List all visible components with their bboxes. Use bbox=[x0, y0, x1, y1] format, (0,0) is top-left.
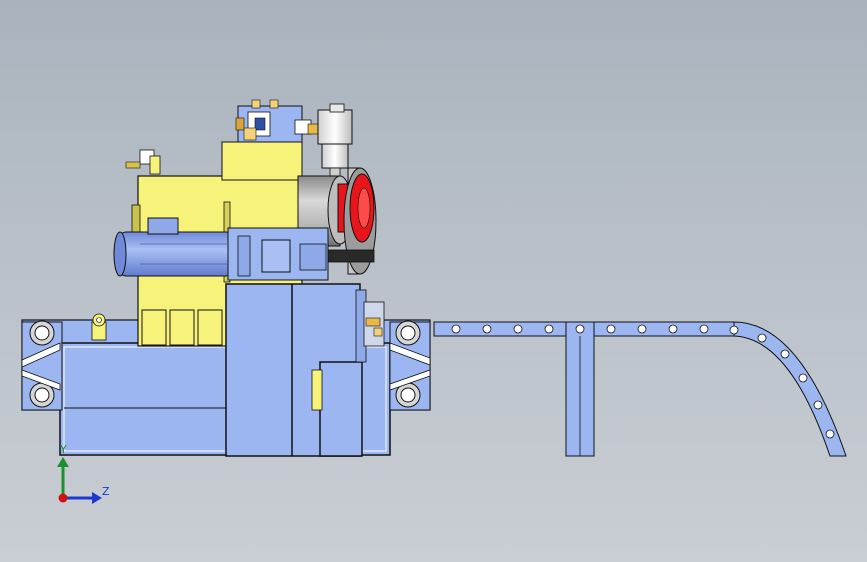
machine-model[interactable] bbox=[0, 0, 867, 562]
control-cabinet bbox=[225, 283, 385, 457]
cad-viewport[interactable]: Y Z bbox=[0, 0, 867, 562]
axis-y-arrow bbox=[57, 457, 69, 467]
conveyor-track bbox=[433, 321, 847, 457]
axis-z-label: Z bbox=[102, 485, 110, 498]
lifting-eye bbox=[91, 313, 107, 341]
axis-y-label: Y bbox=[60, 443, 67, 456]
pneumatic-cylinder bbox=[317, 103, 353, 177]
axis-z-arrow bbox=[92, 492, 102, 504]
triad-axes bbox=[57, 457, 102, 504]
coordinate-triad-icon: Y Z bbox=[52, 444, 112, 510]
axis-x-dot bbox=[58, 493, 68, 503]
